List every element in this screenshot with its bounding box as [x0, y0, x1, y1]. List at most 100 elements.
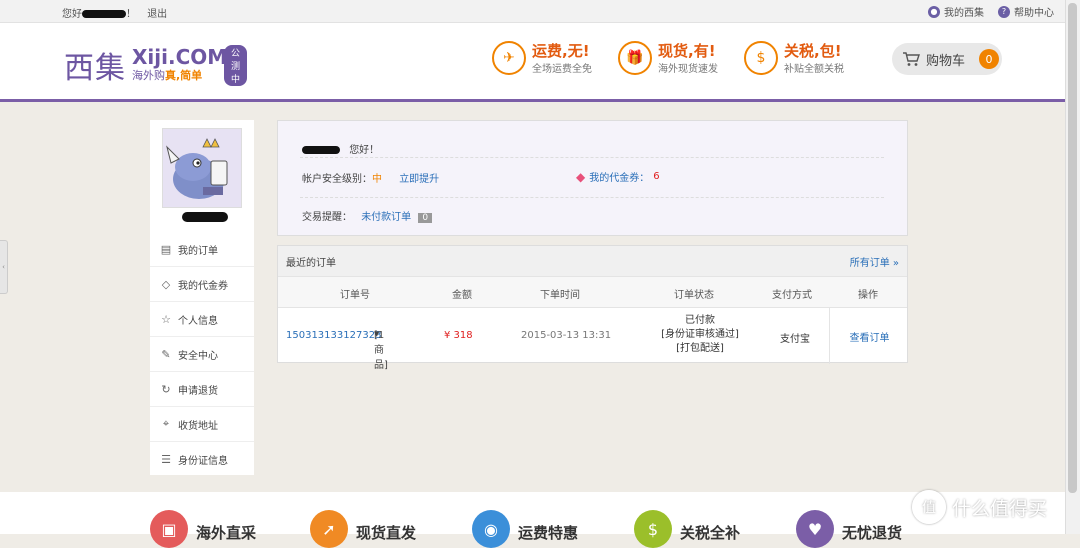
coupon-tag-icon: ◆ — [576, 169, 586, 184]
order-icon: ▤ — [160, 242, 172, 256]
promo-sub: 海外现货速发 — [658, 63, 718, 75]
feature-label: 运费特惠 — [518, 523, 579, 542]
my-xiji-label: 我的西集 — [944, 8, 984, 19]
greeting-text: 您好 — [62, 9, 82, 20]
promo-in-stock: 🎁 现货,有! 海外现货速发 — [618, 41, 718, 75]
money-icon: $ — [634, 510, 672, 548]
logo-text: Xiji.COM 海外购真,简单 — [132, 47, 227, 83]
column-header-status: 订单状态 — [674, 290, 714, 301]
recent-orders-header: 最近的订单 所有订单 » — [278, 246, 907, 276]
all-orders-link[interactable]: 所有订单 » — [850, 254, 899, 269]
help-center-label: 帮助中心 — [1014, 8, 1054, 19]
recent-orders-panel: 最近的订单 所有订单 » 订单号 金额 下单时间 订单状态 支付方式 操作 15… — [277, 245, 909, 371]
redacted-username — [82, 10, 126, 18]
chevron-down-icon: ▼ — [374, 330, 380, 338]
sidebar-item-my-coupons[interactable]: ◇ 我的代金券 — [150, 267, 254, 302]
sidebar-item-label: 收货地址 — [178, 420, 218, 432]
sidebar-item-id-info[interactable]: ☰ 身份证信息 — [150, 442, 254, 476]
column-header-amount: 金额 — [452, 290, 472, 301]
id-card-icon: ☰ — [161, 452, 171, 466]
feature-stock-ship: ➚ 现货直发 — [310, 510, 416, 548]
feature-overseas-purchase: ▣ 海外直采 — [150, 510, 256, 548]
site-header: 西集 Xiji.COM 海外购真,简单 公测中 ✈ 运费,无! 全场运费全免 🎁 … — [0, 23, 1066, 99]
feature-label: 现货直发 — [356, 523, 417, 542]
welcome-text: 您好！ — [349, 145, 380, 156]
sidebar-item-security[interactable]: ✎ 安全中心 — [150, 337, 254, 372]
redacted-username — [302, 146, 340, 154]
promo-sub: 补贴全额关税 — [784, 63, 844, 75]
order-status: 已付款 [身份证审核通过] [打包配送] — [661, 315, 739, 354]
column-header-payment: 支付方式 — [772, 290, 812, 301]
logo-mark: 西集 — [64, 51, 126, 86]
help-center-link[interactable]: ? 帮助中心 — [998, 4, 1054, 19]
logo-brand: Xiji.COM — [132, 45, 228, 69]
welcome-line: 您好！ — [302, 141, 379, 156]
promo-tax-covered: $ 关税,包! 补贴全额关税 — [744, 41, 844, 75]
avatar[interactable] — [162, 128, 242, 208]
column-header-order-no: 订单号 — [340, 290, 370, 301]
order-amount: ¥ 318 — [444, 330, 473, 341]
orders-table-header: 订单号 金额 下单时间 订单状态 支付方式 操作 — [278, 276, 907, 308]
order-payment-method: 支付宝 — [780, 334, 810, 345]
account-summary-panel: 您好！ 帐户安全级别：中 立即提升 ◆ 我的代金券： 6 交易提醒： 未付款订单 … — [277, 120, 908, 236]
cart-count-badge: 0 — [979, 49, 1000, 69]
promo-title: 运费,无! — [532, 41, 590, 60]
rocket-icon: ➚ — [310, 510, 348, 548]
table-row: 150313133127323 [1商品] ▼ ¥ 318 2015-03-13… — [278, 308, 909, 371]
site-logo[interactable]: 西集 Xiji.COM 海外购真,简单 公测中 — [64, 43, 248, 87]
coupon-label: 我的代金券： — [589, 173, 650, 184]
sidebar-item-address[interactable]: ⌖ 收货地址 — [150, 407, 254, 442]
sidebar-menu: ▤ 我的订单 ◇ 我的代金券 ☆ 个人信息 ✎ 安全中心 ↻ 申请退货 ⌖ 收货地址 ☰ 身份… — [150, 232, 254, 476]
top-bar: 您好 ！ 退出 ● 我的西集 ? 帮助中心 — [0, 0, 1066, 23]
collapse-handle[interactable]: ‹ — [0, 240, 8, 294]
top-bar-right: ● 我的西集 ? 帮助中心 — [928, 4, 1054, 19]
upgrade-security-link[interactable]: 立即提升 — [399, 174, 439, 185]
truck-icon: ◉ — [472, 510, 510, 548]
sidebar-item-my-orders[interactable]: ▤ 我的订单 — [150, 232, 254, 267]
trade-reminder-row: 交易提醒： 未付款订单 0 — [302, 208, 433, 223]
bag-icon: ▣ — [150, 510, 188, 548]
coupon-count: 6 — [653, 171, 660, 182]
sidebar-item-returns[interactable]: ↻ 申请退货 — [150, 372, 254, 407]
sidebar-item-label: 申请退货 — [178, 385, 218, 397]
order-number-link[interactable]: 150313133127323 — [286, 330, 381, 341]
security-level-value: 中 — [372, 174, 382, 185]
beta-badge: 公测中 — [224, 45, 248, 86]
feature-tax-subsidy: $ 关税全补 — [634, 510, 740, 548]
cart-label: 购物车 — [926, 53, 966, 69]
rhino-avatar-illustration — [163, 129, 241, 207]
account-sidebar: ▤ 我的订单 ◇ 我的代金券 ☆ 个人信息 ✎ 安全中心 ↻ 申请退货 ⌖ 收货地址 ☰ 身份… — [150, 120, 254, 475]
tag-icon: ◇ — [161, 277, 171, 291]
recent-orders-title: 最近的订单 — [286, 257, 336, 269]
watermark-text: 什么值得买 — [952, 497, 1048, 520]
edit-icon: ✎ — [161, 347, 171, 361]
logout-link[interactable]: 退出 — [147, 9, 167, 20]
my-coupons-link[interactable]: ◆ 我的代金券： 6 — [576, 169, 660, 185]
feature-label: 海外直采 — [196, 523, 257, 542]
sidebar-item-personal-info[interactable]: ☆ 个人信息 — [150, 302, 254, 337]
my-xiji-link[interactable]: ● 我的西集 — [928, 4, 984, 19]
user-icon: ● — [928, 5, 940, 18]
divider — [300, 157, 884, 158]
order-action-cell: 查看订单 — [829, 308, 909, 364]
sidebar-item-label: 安全中心 — [178, 350, 218, 362]
vertical-scrollbar[interactable] — [1065, 0, 1080, 534]
sidebar-item-label: 身份证信息 — [178, 455, 228, 467]
column-header-action: 操作 — [858, 290, 878, 301]
promo-free-shipping: ✈ 运费,无! 全场运费全免 — [492, 41, 592, 75]
cart-button[interactable]: 购物车 0 — [892, 43, 1002, 75]
feature-shipping-discount: ◉ 运费特惠 — [472, 510, 578, 548]
scrollbar-thumb[interactable] — [1068, 3, 1077, 493]
plane-icon: ✈ — [492, 41, 526, 75]
top-bar-left: 您好 ！ 退出 — [62, 5, 167, 20]
sidebar-item-label: 我的代金券 — [178, 280, 228, 292]
refresh-icon: ↻ — [161, 382, 171, 396]
promo-title: 关税,包! — [784, 41, 842, 60]
feature-strip: ▣ 海外直采 ➚ 现货直发 ◉ 运费特惠 $ 关税全补 ♥ 无忧退货 — [0, 492, 1066, 548]
view-order-link[interactable]: 查看订单 — [850, 329, 890, 344]
unpaid-orders-link[interactable]: 未付款订单 — [361, 212, 411, 223]
promo-sub: 全场运费全免 — [532, 63, 592, 75]
watermark-logo-icon: 值 — [912, 490, 946, 524]
column-header-order-time: 下单时间 — [540, 290, 580, 301]
sidebar-item-label: 我的订单 — [178, 245, 218, 257]
